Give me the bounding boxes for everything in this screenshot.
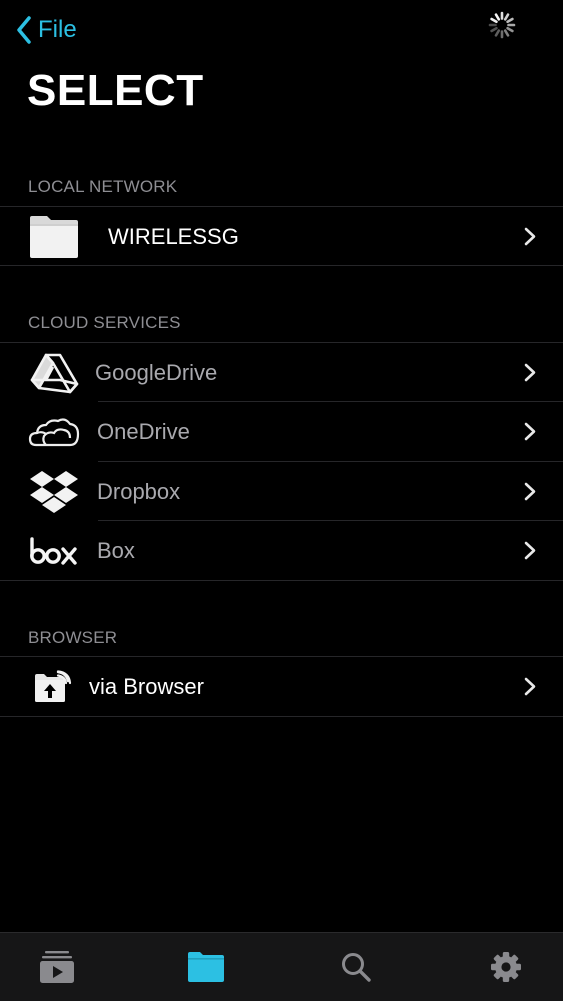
chevron-left-icon (17, 16, 31, 44)
list-item-label: Box (97, 537, 135, 563)
loading-spinner-icon (488, 11, 516, 39)
folder-icon (188, 952, 224, 982)
chevron-right-icon (524, 422, 536, 441)
list-item-wirelessg[interactable]: WIRELESSG (0, 207, 563, 266)
box-icon (26, 521, 82, 580)
chevron-right-icon (524, 363, 536, 382)
tab-bar (0, 932, 563, 1001)
separator (0, 716, 563, 717)
separator (0, 265, 563, 266)
chevron-right-icon (524, 482, 536, 501)
list-item-onedrive[interactable]: OneDrive (0, 402, 563, 461)
separator (0, 580, 563, 581)
back-button[interactable]: File (16, 14, 77, 46)
chevron-right-icon (524, 227, 536, 246)
list-item-googledrive[interactable]: GoogleDrive (0, 343, 563, 402)
list-item-dropbox[interactable]: Dropbox (0, 462, 563, 521)
page-title: SELECT (27, 66, 204, 115)
list-item-label: WIRELESSG (108, 223, 239, 249)
section-header-browser: BROWSER (28, 628, 118, 647)
section-header-local-network: LOCAL NETWORK (28, 177, 178, 196)
wifi-folder-upload-icon (22, 657, 78, 716)
section-header-cloud-services: CLOUD SERVICES (28, 313, 181, 332)
back-button-label: File (38, 16, 77, 43)
list-item-label: Dropbox (97, 478, 181, 504)
tab-playlist[interactable] (17, 933, 97, 1001)
gear-icon (491, 952, 521, 982)
list-item-box[interactable]: Box (0, 521, 563, 580)
chevron-right-icon (524, 677, 536, 696)
tab-files[interactable] (166, 933, 246, 1001)
dropbox-icon (26, 462, 82, 521)
tab-settings[interactable] (466, 933, 546, 1001)
folder-icon (26, 207, 82, 266)
chevron-right-icon (524, 541, 536, 560)
list-item-label: via Browser (89, 673, 204, 699)
onedrive-icon (26, 402, 82, 461)
list-item-via-browser[interactable]: via Browser (0, 657, 563, 716)
tab-search[interactable] (316, 933, 396, 1001)
list-item-label: GoogleDrive (95, 359, 218, 385)
list-item-label: OneDrive (97, 418, 190, 444)
playlist-video-icon (40, 951, 74, 983)
google-drive-icon (26, 343, 82, 402)
search-icon (342, 953, 371, 982)
